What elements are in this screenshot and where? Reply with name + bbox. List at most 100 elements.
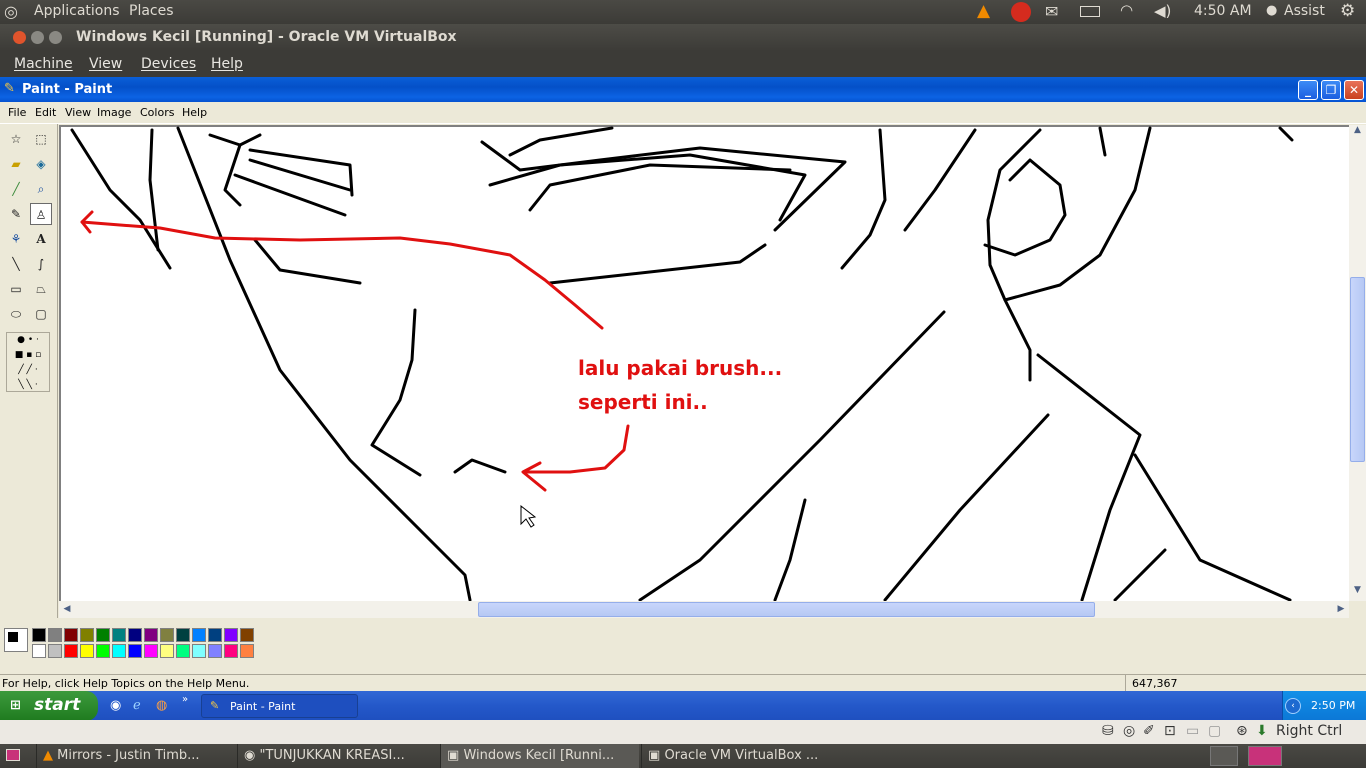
palette-swatch[interactable] <box>192 644 206 658</box>
tray-clock[interactable]: 2:50 PM <box>1311 699 1355 712</box>
rectangle-icon[interactable]: ▭ <box>5 278 27 300</box>
chrome-icon[interactable]: ◉ <box>110 698 121 713</box>
scroll-down-icon[interactable]: ▼ <box>1350 585 1365 601</box>
close-icon[interactable] <box>13 31 26 44</box>
palette-swatch[interactable] <box>96 628 110 642</box>
brush-icon[interactable]: ♙ <box>30 203 52 225</box>
tray-expand-icon[interactable]: ‹ <box>1285 698 1301 714</box>
vertical-scrollbar[interactable]: ▲ ▼ <box>1349 125 1366 601</box>
horizontal-scrollbar[interactable]: ◀ ▶ <box>59 601 1349 618</box>
palette-swatch[interactable] <box>192 628 206 642</box>
minimize-icon[interactable] <box>31 31 44 44</box>
user-name[interactable]: Assist <box>1284 3 1325 19</box>
show-desktop-icon[interactable] <box>6 749 20 761</box>
task-chrome[interactable]: ◉ "TUNJUKKAN KREASI... <box>237 744 439 768</box>
workspace-2[interactable] <box>1248 746 1282 766</box>
menu-view[interactable]: View <box>65 106 91 119</box>
palette-swatch[interactable] <box>160 628 174 642</box>
menu-edit[interactable]: Edit <box>35 106 56 119</box>
task-mirrors[interactable]: ▲ Mirrors - Justin Timb... <box>36 744 235 768</box>
current-colors[interactable] <box>4 628 28 652</box>
taskbar-paint-item[interactable]: ✎ Paint - Paint <box>201 694 358 718</box>
gear-icon[interactable]: ⚙ <box>1340 1 1355 21</box>
palette-swatch[interactable] <box>48 644 62 658</box>
palette-swatch[interactable] <box>176 628 190 642</box>
palette-swatch[interactable] <box>64 628 78 642</box>
shared-folder-icon[interactable]: ▭ <box>1186 723 1199 739</box>
palette-swatch[interactable] <box>240 644 254 658</box>
scroll-left-icon[interactable]: ◀ <box>59 601 75 618</box>
palette-swatch[interactable] <box>208 644 222 658</box>
palette-swatch[interactable] <box>96 644 110 658</box>
mail-icon[interactable]: ✉ <box>1045 2 1058 21</box>
rounded-rect-icon[interactable]: ▢ <box>30 303 52 325</box>
stop-icon[interactable] <box>1011 2 1031 22</box>
ubuntu-logo-icon[interactable]: ◎ <box>4 2 18 21</box>
quicklaunch-more-icon[interactable]: » <box>182 694 188 705</box>
palette-swatch[interactable] <box>112 628 126 642</box>
scroll-up-icon[interactable]: ▲ <box>1350 125 1365 141</box>
palette-swatch[interactable] <box>80 628 94 642</box>
menu-colors[interactable]: Colors <box>140 106 174 119</box>
menu-help[interactable]: Help <box>182 106 207 119</box>
palette-swatch[interactable] <box>48 628 62 642</box>
task-virtualbox-manager[interactable]: ▣ Oracle VM VirtualBox ... <box>641 744 842 768</box>
start-button[interactable]: ⊞ start <box>0 691 98 720</box>
curve-icon[interactable]: ∫ <box>30 253 52 275</box>
palette-swatch[interactable] <box>160 644 174 658</box>
cd-icon[interactable]: ◎ <box>1123 723 1135 739</box>
menu-file[interactable]: File <box>8 106 26 119</box>
menu-image[interactable]: Image <box>97 106 131 119</box>
network-icon[interactable]: ⊡ <box>1164 723 1176 739</box>
usb-icon[interactable]: ✐ <box>1143 723 1155 739</box>
menu-devices[interactable]: Devices <box>141 56 196 72</box>
close-button[interactable]: ✕ <box>1344 80 1364 100</box>
hdd-icon[interactable]: ⛁ <box>1102 723 1114 739</box>
palette-swatch[interactable] <box>176 644 190 658</box>
volume-icon[interactable]: ◀) <box>1154 2 1171 20</box>
battery-icon[interactable] <box>1080 6 1100 17</box>
magnifier-icon[interactable]: ⌕ <box>30 178 52 200</box>
foreground-color[interactable] <box>7 631 19 643</box>
palette-swatch[interactable] <box>224 644 238 658</box>
palette-swatch[interactable] <box>128 628 142 642</box>
menu-view[interactable]: View <box>89 56 122 72</box>
places-menu[interactable]: Places <box>129 3 174 19</box>
palette-swatch[interactable] <box>80 644 94 658</box>
clock[interactable]: 4:50 AM <box>1194 3 1252 19</box>
horizontal-scroll-thumb[interactable] <box>478 602 1095 617</box>
palette-swatch[interactable] <box>32 628 46 642</box>
rect-select-icon[interactable]: ⬚ <box>30 128 52 150</box>
firefox-icon[interactable]: ◍ <box>156 698 167 713</box>
airbrush-icon[interactable]: ⚘ <box>5 228 27 250</box>
vlc-icon[interactable]: ▲ <box>977 1 990 21</box>
wifi-icon[interactable]: ◠ <box>1120 1 1133 19</box>
scroll-right-icon[interactable]: ▶ <box>1333 601 1349 618</box>
maximize-icon[interactable] <box>49 31 62 44</box>
display-icon[interactable]: ▢ <box>1208 723 1221 739</box>
polygon-icon[interactable]: ⏢ <box>30 278 52 300</box>
drawing-canvas[interactable]: lalu pakai brush... seperti ini.. <box>59 125 1349 601</box>
line-icon[interactable]: ╲ <box>5 253 27 275</box>
host-key-icon[interactable]: ⬇ <box>1256 723 1268 739</box>
brush-shape-options[interactable]: ● • · ■ ▪ ▫ ╱ ╱ · ╲ ╲ · <box>6 332 50 392</box>
eraser-icon[interactable]: ▰ <box>5 153 27 175</box>
workspace-1[interactable] <box>1210 746 1238 766</box>
free-select-icon[interactable]: ☆ <box>5 128 27 150</box>
palette-swatch[interactable] <box>64 644 78 658</box>
mouse-integration-icon[interactable]: ⊛ <box>1236 723 1248 739</box>
palette-swatch[interactable] <box>224 628 238 642</box>
palette-swatch[interactable] <box>144 644 158 658</box>
palette-swatch[interactable] <box>32 644 46 658</box>
ellipse-icon[interactable]: ⬭ <box>5 303 27 325</box>
text-icon[interactable]: A <box>30 228 52 250</box>
minimize-button[interactable]: _ <box>1298 80 1318 100</box>
task-windows-kecil[interactable]: ▣ Windows Kecil [Runni... <box>440 744 639 768</box>
vertical-scroll-thumb[interactable] <box>1350 277 1365 462</box>
menu-machine[interactable]: Machine <box>14 56 73 72</box>
palette-swatch[interactable] <box>112 644 126 658</box>
guest-screen[interactable]: ✎ Paint - Paint _ ❐ ✕ File Edit View Ima… <box>0 77 1366 720</box>
ie-icon[interactable]: ℯ <box>133 698 141 713</box>
restore-button[interactable]: ❐ <box>1321 80 1341 100</box>
fill-icon[interactable]: ◈ <box>30 153 52 175</box>
